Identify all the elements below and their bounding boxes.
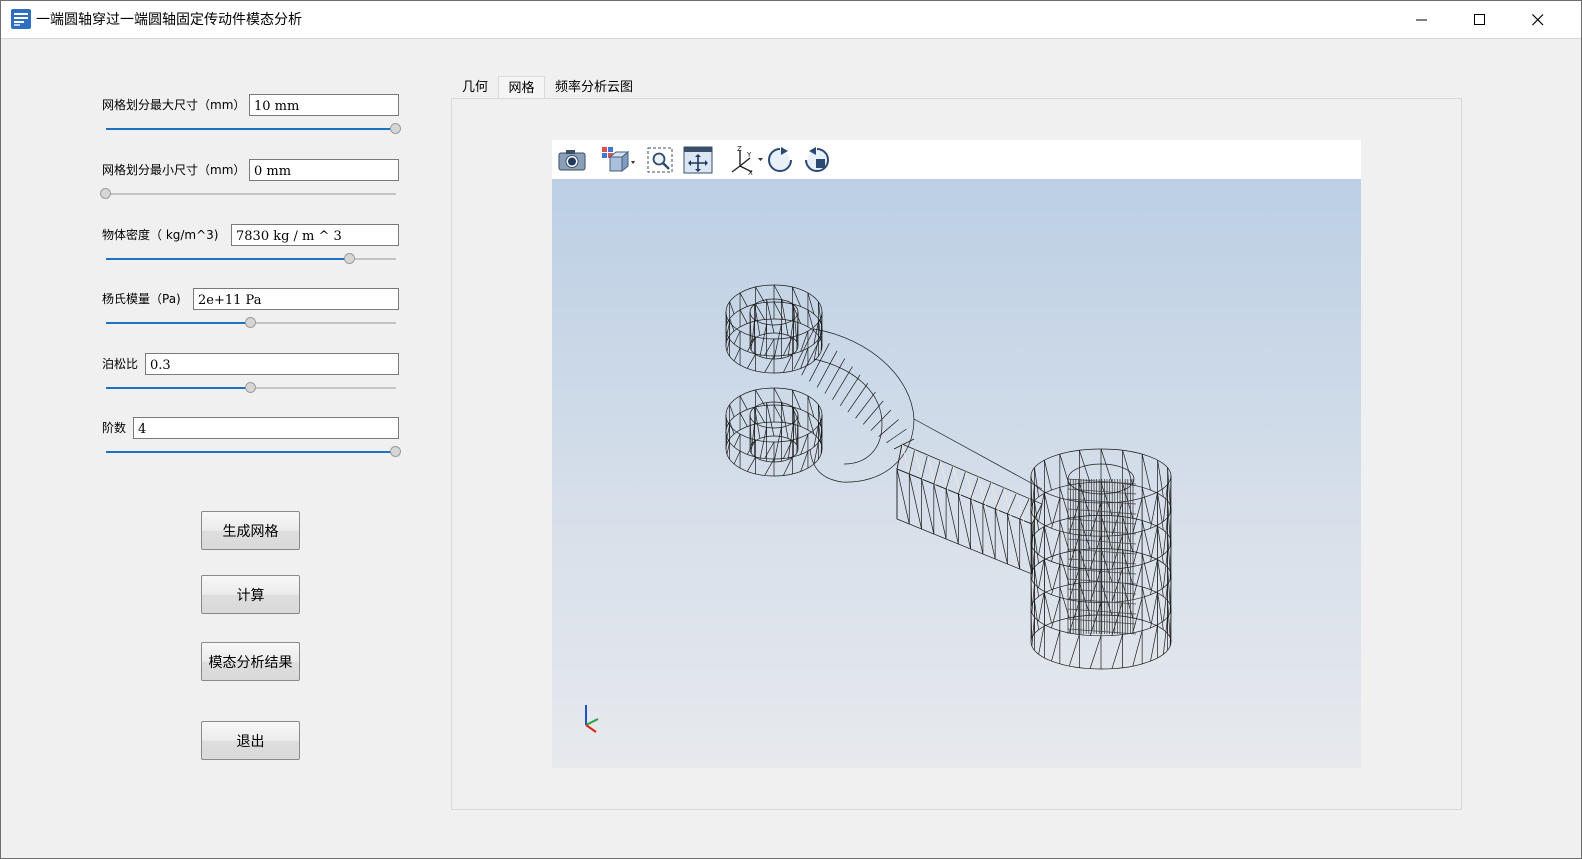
poisson-ratio-input[interactable]: 0.3 (145, 353, 399, 375)
3d-viewport[interactable] (552, 179, 1361, 768)
mode-order-label: 阶数 (102, 421, 127, 435)
youngs-modulus-label: 杨氏模量（Pa) (102, 292, 181, 306)
viewer-toolbar: Z Y X (552, 140, 1361, 179)
minimize-button[interactable] (1393, 1, 1451, 38)
slider-handle[interactable] (245, 317, 256, 328)
mode-order-input[interactable]: 4 (133, 417, 399, 439)
fit-all-button[interactable] (682, 144, 714, 176)
axes-orientation-button[interactable]: Z Y X (726, 144, 766, 176)
mesh-viewer[interactable]: Z Y X (552, 140, 1361, 768)
app-icon (11, 9, 31, 29)
poisson-ratio-slider[interactable] (106, 380, 396, 396)
slider-fill (106, 322, 251, 324)
slider-handle[interactable] (390, 446, 401, 457)
window-title: 一端圆轴穿过一端圆轴固定传动件模态分析 (36, 12, 302, 28)
mode-order-slider[interactable] (106, 444, 401, 460)
slider-handle[interactable] (100, 188, 111, 199)
minimize-icon (1416, 19, 1427, 20)
youngs-modulus-input[interactable]: 2e+11 Pa (193, 288, 399, 310)
title-bar[interactable]: 一端圆轴穿过一端圆轴固定传动件模态分析 (1, 1, 1581, 39)
zoom-box-button[interactable] (644, 144, 676, 176)
slider-handle[interactable] (245, 382, 256, 393)
close-button[interactable] (1509, 1, 1567, 38)
rotate-cw-button[interactable] (764, 144, 796, 176)
camera-icon (558, 150, 586, 171)
axes-orientation-icon: Z Y X (731, 145, 763, 176)
max-mesh-size-input[interactable]: 10 mm (249, 94, 399, 116)
maximize-button[interactable] (1451, 1, 1509, 38)
rotate-ccw-button[interactable] (801, 144, 833, 176)
tab-geometry[interactable]: 几何 (453, 76, 497, 99)
poisson-ratio-label: 泊松比 (102, 357, 139, 371)
min-mesh-size-slider[interactable] (100, 186, 396, 202)
axis-triad (585, 705, 599, 733)
close-icon (1532, 13, 1544, 25)
zoom-box-icon (647, 147, 673, 173)
fit-all-icon (683, 146, 713, 174)
density-slider[interactable] (106, 251, 396, 267)
max-mesh-size-label: 网格划分最大尺寸（mm） (102, 98, 246, 112)
svg-text:Y: Y (746, 151, 752, 159)
compute-button[interactable]: 计算 (201, 575, 300, 614)
max-mesh-size-slider[interactable] (106, 121, 401, 137)
youngs-modulus-slider[interactable] (106, 315, 396, 331)
rotate-ccw-icon (804, 147, 829, 172)
slider-handle[interactable] (390, 123, 401, 134)
tab-mesh[interactable]: 网格 (498, 76, 545, 99)
slider-fill (106, 451, 396, 453)
exit-button[interactable]: 退出 (201, 721, 300, 760)
screenshot-button[interactable] (556, 144, 588, 176)
slider-handle[interactable] (343, 253, 355, 264)
min-mesh-size-label: 网格划分最小尺寸（mm） (102, 163, 246, 177)
slider-groove (106, 193, 396, 195)
svg-text:Z: Z (737, 145, 742, 153)
mesh-model (725, 284, 1172, 670)
density-label: 物体密度（ kg/m^3) (102, 228, 219, 242)
density-input[interactable]: 7830 kg / m ^ 3 (231, 224, 399, 246)
view-cube-button[interactable] (598, 144, 638, 176)
generate-mesh-button[interactable]: 生成网格 (201, 511, 300, 550)
svg-text:X: X (748, 169, 753, 176)
min-mesh-size-input[interactable]: 0 mm (249, 159, 399, 181)
slider-fill (106, 387, 251, 389)
view-cube-icon (602, 147, 635, 173)
tab-frequency-contour[interactable]: 频率分析云图 (548, 76, 640, 99)
slider-fill (106, 128, 396, 130)
maximize-icon (1474, 13, 1485, 25)
rotate-cw-icon (768, 147, 793, 172)
modal-results-button[interactable]: 模态分析结果 (201, 642, 300, 681)
slider-fill (106, 258, 350, 260)
